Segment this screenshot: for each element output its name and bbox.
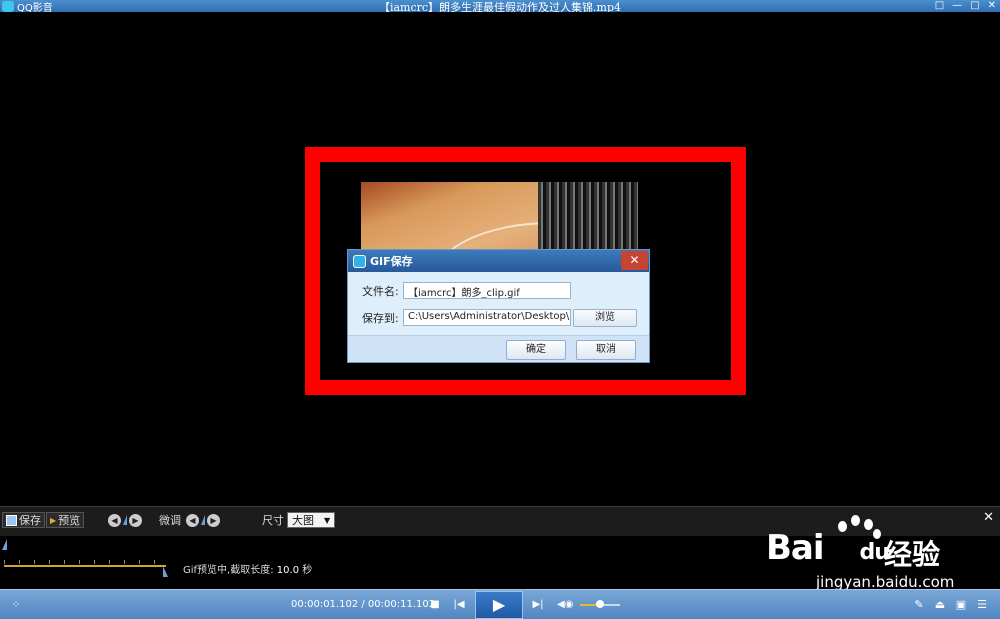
browse-button[interactable]: 浏览 bbox=[573, 309, 637, 327]
saveto-label: 保存到: bbox=[362, 311, 399, 325]
minimize-button[interactable]: — bbox=[952, 1, 962, 11]
finetune-label: 微调 bbox=[159, 514, 181, 527]
dialog-footer: 确定 取消 bbox=[348, 335, 649, 362]
maximize-button[interactable]: □ bbox=[970, 1, 979, 11]
mini-mode-icon[interactable]: □ bbox=[935, 1, 944, 11]
saveto-row: 保存到: C:\Users\Administrator\Desktop\ bbox=[362, 309, 571, 326]
watermark-brand: Bai du bbox=[766, 528, 890, 568]
baidu-watermark: Bai du 经验 jingyan.baidu.com bbox=[766, 513, 996, 593]
title-bar: QQ影音 【iamcrc】朗多生涯最佳假动作及过人集锦.mp4 □ — □ ✕ bbox=[0, 0, 1000, 14]
save-icon bbox=[6, 514, 17, 526]
screenshot-icon[interactable]: ▣ bbox=[953, 597, 969, 613]
filename-row: 文件名: 【iamcrc】朗多_clip.gif bbox=[362, 282, 571, 299]
ok-button[interactable]: 确定 bbox=[506, 340, 566, 360]
next-icon[interactable]: ▶| bbox=[530, 597, 546, 613]
clip-range-track[interactable] bbox=[4, 565, 166, 567]
previous-icon[interactable]: |◀ bbox=[451, 597, 467, 613]
player-control-bar: ⁘ 00:00:01.102 / 00:00:11.102 ■ |◀ ▶ ▶| … bbox=[0, 589, 1000, 619]
dialog-close-button[interactable]: ✕ bbox=[621, 251, 648, 270]
timeline-ticks bbox=[4, 560, 166, 564]
close-button[interactable]: ✕ bbox=[988, 1, 996, 11]
app-icon bbox=[353, 254, 366, 268]
size-label: 尺寸 bbox=[262, 514, 284, 527]
volume-knob[interactable] bbox=[596, 600, 604, 608]
end-marker-icon bbox=[201, 515, 205, 525]
dialog-title: GIF保存 bbox=[370, 255, 413, 268]
start-back-icon[interactable]: ◀ bbox=[108, 513, 121, 527]
eject-icon[interactable]: ⏏ bbox=[932, 597, 948, 613]
dialog-header: GIF保存 bbox=[348, 250, 649, 272]
footprint-icon[interactable]: ⁘ bbox=[8, 597, 24, 613]
preview-label: 预览 bbox=[58, 514, 81, 527]
end-back-icon[interactable]: ◀ bbox=[186, 513, 199, 527]
size-select[interactable]: 大图 ▼ bbox=[287, 512, 336, 528]
wrench-icon[interactable]: ✎ bbox=[911, 597, 927, 613]
gif-status-prefix: Gif预览中,截取长度: bbox=[183, 565, 274, 576]
save-gif-button[interactable]: 保存 bbox=[2, 512, 45, 528]
gif-save-dialog: GIF保存 ✕ 文件名: 【iamcrc】朗多_clip.gif 保存到: C:… bbox=[347, 249, 650, 363]
watermark-cn: 经验 bbox=[884, 538, 941, 571]
play-small-icon: ▶ bbox=[50, 515, 57, 525]
save-label: 保存 bbox=[19, 514, 41, 527]
cancel-button[interactable]: 取消 bbox=[576, 340, 636, 360]
stop-icon[interactable]: ■ bbox=[427, 597, 443, 613]
clip-start-handle[interactable] bbox=[2, 539, 7, 550]
playback-time: 00:00:01.102 / 00:00:11.102 bbox=[291, 599, 436, 610]
filename-label: 文件名: bbox=[362, 284, 399, 298]
filename-input[interactable]: 【iamcrc】朗多_clip.gif bbox=[403, 282, 571, 299]
window-controls: □ — □ ✕ bbox=[935, 0, 996, 12]
play-icon: ▶ bbox=[492, 595, 506, 614]
preview-button[interactable]: ▶ 预览 bbox=[46, 512, 85, 528]
start-adjust-group: ◀ ▶ bbox=[108, 512, 142, 528]
saveto-input[interactable]: C:\Users\Administrator\Desktop\ bbox=[403, 309, 571, 326]
end-adjust-group: ◀ ▶ bbox=[186, 512, 220, 528]
size-value: 大图 bbox=[292, 514, 314, 527]
end-forward-icon[interactable]: ▶ bbox=[207, 513, 220, 527]
chevron-down-icon: ▼ bbox=[324, 515, 331, 525]
playlist-icon[interactable]: ☰ bbox=[974, 597, 990, 613]
clip-length-unit: 秒 bbox=[302, 565, 313, 576]
gif-status-text: Gif预览中,截取长度: 10.0 秒 bbox=[183, 561, 312, 576]
start-forward-icon[interactable]: ▶ bbox=[129, 513, 142, 527]
play-button[interactable]: ▶ bbox=[475, 591, 523, 619]
volume-slider[interactable] bbox=[580, 600, 620, 608]
start-marker-icon bbox=[123, 515, 127, 525]
speaker-icon[interactable]: ◀◉ bbox=[557, 597, 573, 613]
clip-end-handle[interactable] bbox=[163, 566, 168, 577]
clip-length: 10.0 bbox=[276, 565, 300, 576]
